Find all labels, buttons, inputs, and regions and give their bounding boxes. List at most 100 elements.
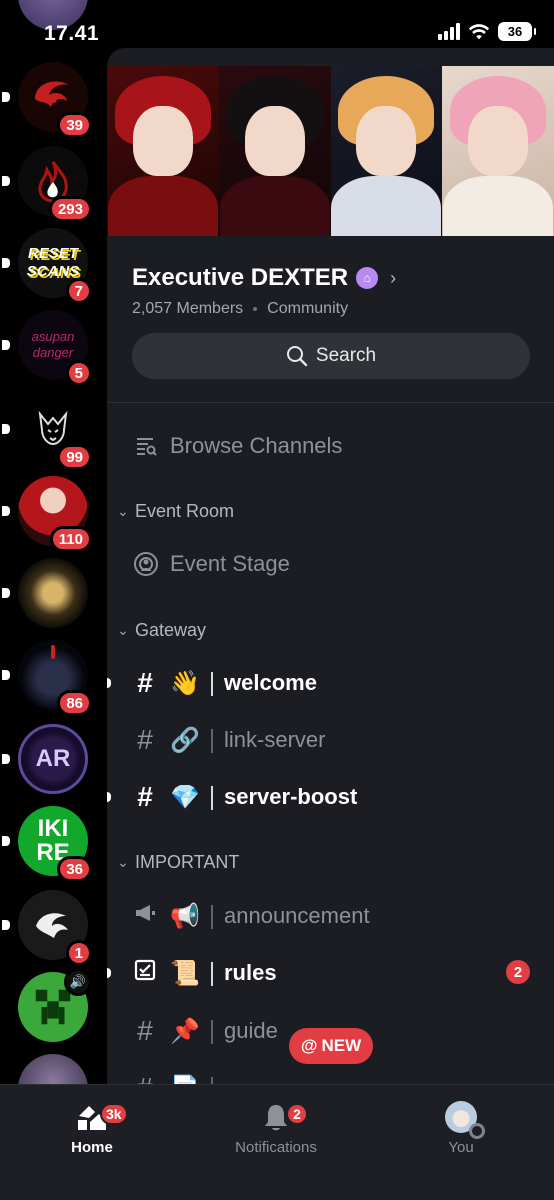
- asupan-logo: asupan danger: [31, 329, 75, 360]
- unread-indicator: [107, 968, 111, 978]
- chevron-down-icon: ⌄: [117, 502, 129, 519]
- server-icon[interactable]: AR: [2, 724, 88, 794]
- member-count: 2,057 Members: [132, 300, 244, 317]
- rules-icon: [132, 957, 158, 989]
- channel-announcement[interactable]: 📢 announcement: [107, 896, 554, 936]
- server-icon[interactable]: 🔊: [18, 968, 92, 1042]
- red-accent-icon: [51, 645, 55, 659]
- tab-label: You: [448, 1139, 474, 1156]
- separator-bar: [211, 786, 213, 810]
- mention-badge: 293: [48, 196, 92, 222]
- event-stage-label: Event Stage: [170, 551, 290, 576]
- server-meta: 2,057 Members Community: [132, 300, 348, 318]
- category-label: IMPORTANT: [135, 851, 240, 872]
- unread-indicator: [2, 754, 10, 764]
- browse-channels-button[interactable]: Browse Channels: [132, 426, 554, 466]
- server-icon[interactable]: 110: [2, 476, 92, 552]
- hash-icon: #: [137, 1015, 153, 1046]
- mention-count-badge: 2: [506, 960, 530, 984]
- server-rail: 39 293 RESET SCANS 7 asupan danger 5 99 …: [0, 0, 108, 1085]
- avatar: [401, 1101, 521, 1139]
- separator-bar: [211, 905, 213, 929]
- channel-name: welcome: [224, 670, 317, 695]
- server-banner[interactable]: [107, 66, 554, 236]
- server-icon[interactable]: 99: [2, 394, 92, 470]
- mention-badge: 99: [57, 444, 92, 470]
- server-icon[interactable]: asupan danger 5: [2, 310, 92, 386]
- search-label: Search: [315, 345, 377, 366]
- link-emoji-icon: 🔗: [170, 726, 200, 754]
- separator-bar: [211, 1020, 213, 1044]
- chevron-down-icon: ⌄: [117, 621, 129, 638]
- category-important[interactable]: ⌄ IMPORTANT: [117, 847, 554, 877]
- banner-character: [330, 66, 443, 236]
- tab-notifications[interactable]: 2 Notifications: [216, 1101, 336, 1156]
- unread-indicator: [2, 588, 10, 598]
- unread-indicator: [2, 92, 10, 102]
- status-bar: 17.41 36: [0, 0, 554, 62]
- server-name: Executive DEXTER: [132, 264, 349, 291]
- server-avatar: [18, 558, 88, 628]
- channel-welcome[interactable]: # 👋 welcome: [107, 663, 554, 703]
- server-icon[interactable]: 86: [2, 640, 92, 716]
- server-icon[interactable]: 39: [2, 62, 92, 138]
- mention-badge: 110: [49, 526, 92, 552]
- meta-separator: [253, 307, 258, 311]
- loudspeaker-emoji-icon: 📢: [170, 902, 200, 930]
- channel-event-stage[interactable]: Event Stage: [132, 544, 554, 584]
- channel-name: link-server: [224, 727, 326, 752]
- divider: [107, 402, 554, 403]
- server-title[interactable]: Executive DEXTER ⌂ ›: [132, 264, 396, 292]
- channel-name: guide: [224, 1018, 278, 1043]
- megaphone-icon: [132, 900, 158, 932]
- category-gateway[interactable]: ⌄ Gateway: [117, 615, 554, 645]
- new-mentions-pill[interactable]: @ NEW: [289, 1028, 373, 1064]
- channel-server-boost[interactable]: # 💎 server-boost: [107, 777, 554, 817]
- reset-scans-logo: RESET SCANS: [26, 245, 80, 280]
- tab-label: Notifications: [235, 1139, 317, 1156]
- hash-icon: #: [137, 724, 153, 755]
- category-label: Event Room: [135, 500, 235, 521]
- unread-indicator: [107, 792, 111, 802]
- channel-name: rules: [224, 960, 277, 985]
- status-time: 17.41: [44, 22, 100, 45]
- chevron-right-icon: ›: [390, 267, 397, 288]
- browse-channels-label: Browse Channels: [170, 433, 343, 458]
- mention-badge: 39: [57, 112, 92, 138]
- scroll-emoji-icon: 📜: [170, 959, 200, 987]
- server-icon[interactable]: IKI RE 36: [2, 806, 92, 882]
- bell-icon: 2: [216, 1101, 336, 1133]
- server-icon[interactable]: 293: [2, 146, 92, 222]
- server-icon[interactable]: 1: [2, 890, 92, 966]
- mention-badge: 86: [57, 690, 92, 716]
- channel-link-server[interactable]: # 🔗 link-server: [107, 720, 554, 760]
- mention-badge: 1: [65, 940, 92, 966]
- server-avatar: [18, 1054, 88, 1085]
- home-icon: 3k: [32, 1101, 152, 1133]
- wave-emoji-icon: 👋: [170, 669, 200, 697]
- unread-indicator: [2, 176, 10, 186]
- tab-you[interactable]: You: [401, 1101, 521, 1156]
- server-avatar: AR: [18, 724, 88, 794]
- cellular-signal-icon: [438, 23, 460, 40]
- server-type: Community: [267, 300, 349, 317]
- server-icon[interactable]: RESET SCANS 7: [2, 228, 92, 304]
- swirl-logo-icon: [36, 913, 68, 938]
- bottom-tab-bar: 3k Home 2 Notifications You: [0, 1084, 554, 1200]
- unread-indicator: [2, 258, 10, 268]
- channel-rules[interactable]: 📜 rules 2: [107, 953, 554, 993]
- unread-indicator: [2, 670, 10, 680]
- search-button[interactable]: Search: [132, 333, 530, 379]
- tab-home[interactable]: 3k Home: [32, 1101, 152, 1156]
- stage-icon: [132, 551, 160, 577]
- server-icon[interactable]: [18, 1054, 88, 1085]
- pushpin-emoji-icon: 📌: [170, 1017, 200, 1045]
- new-label: NEW: [321, 1036, 362, 1055]
- wifi-icon: [468, 23, 490, 39]
- search-icon: [286, 346, 308, 367]
- separator-bar: [211, 672, 213, 696]
- mention-badge: 7: [65, 278, 92, 304]
- category-event-room[interactable]: ⌄ Event Room: [117, 496, 554, 526]
- server-icon[interactable]: [2, 558, 88, 628]
- banner-character: [218, 66, 331, 236]
